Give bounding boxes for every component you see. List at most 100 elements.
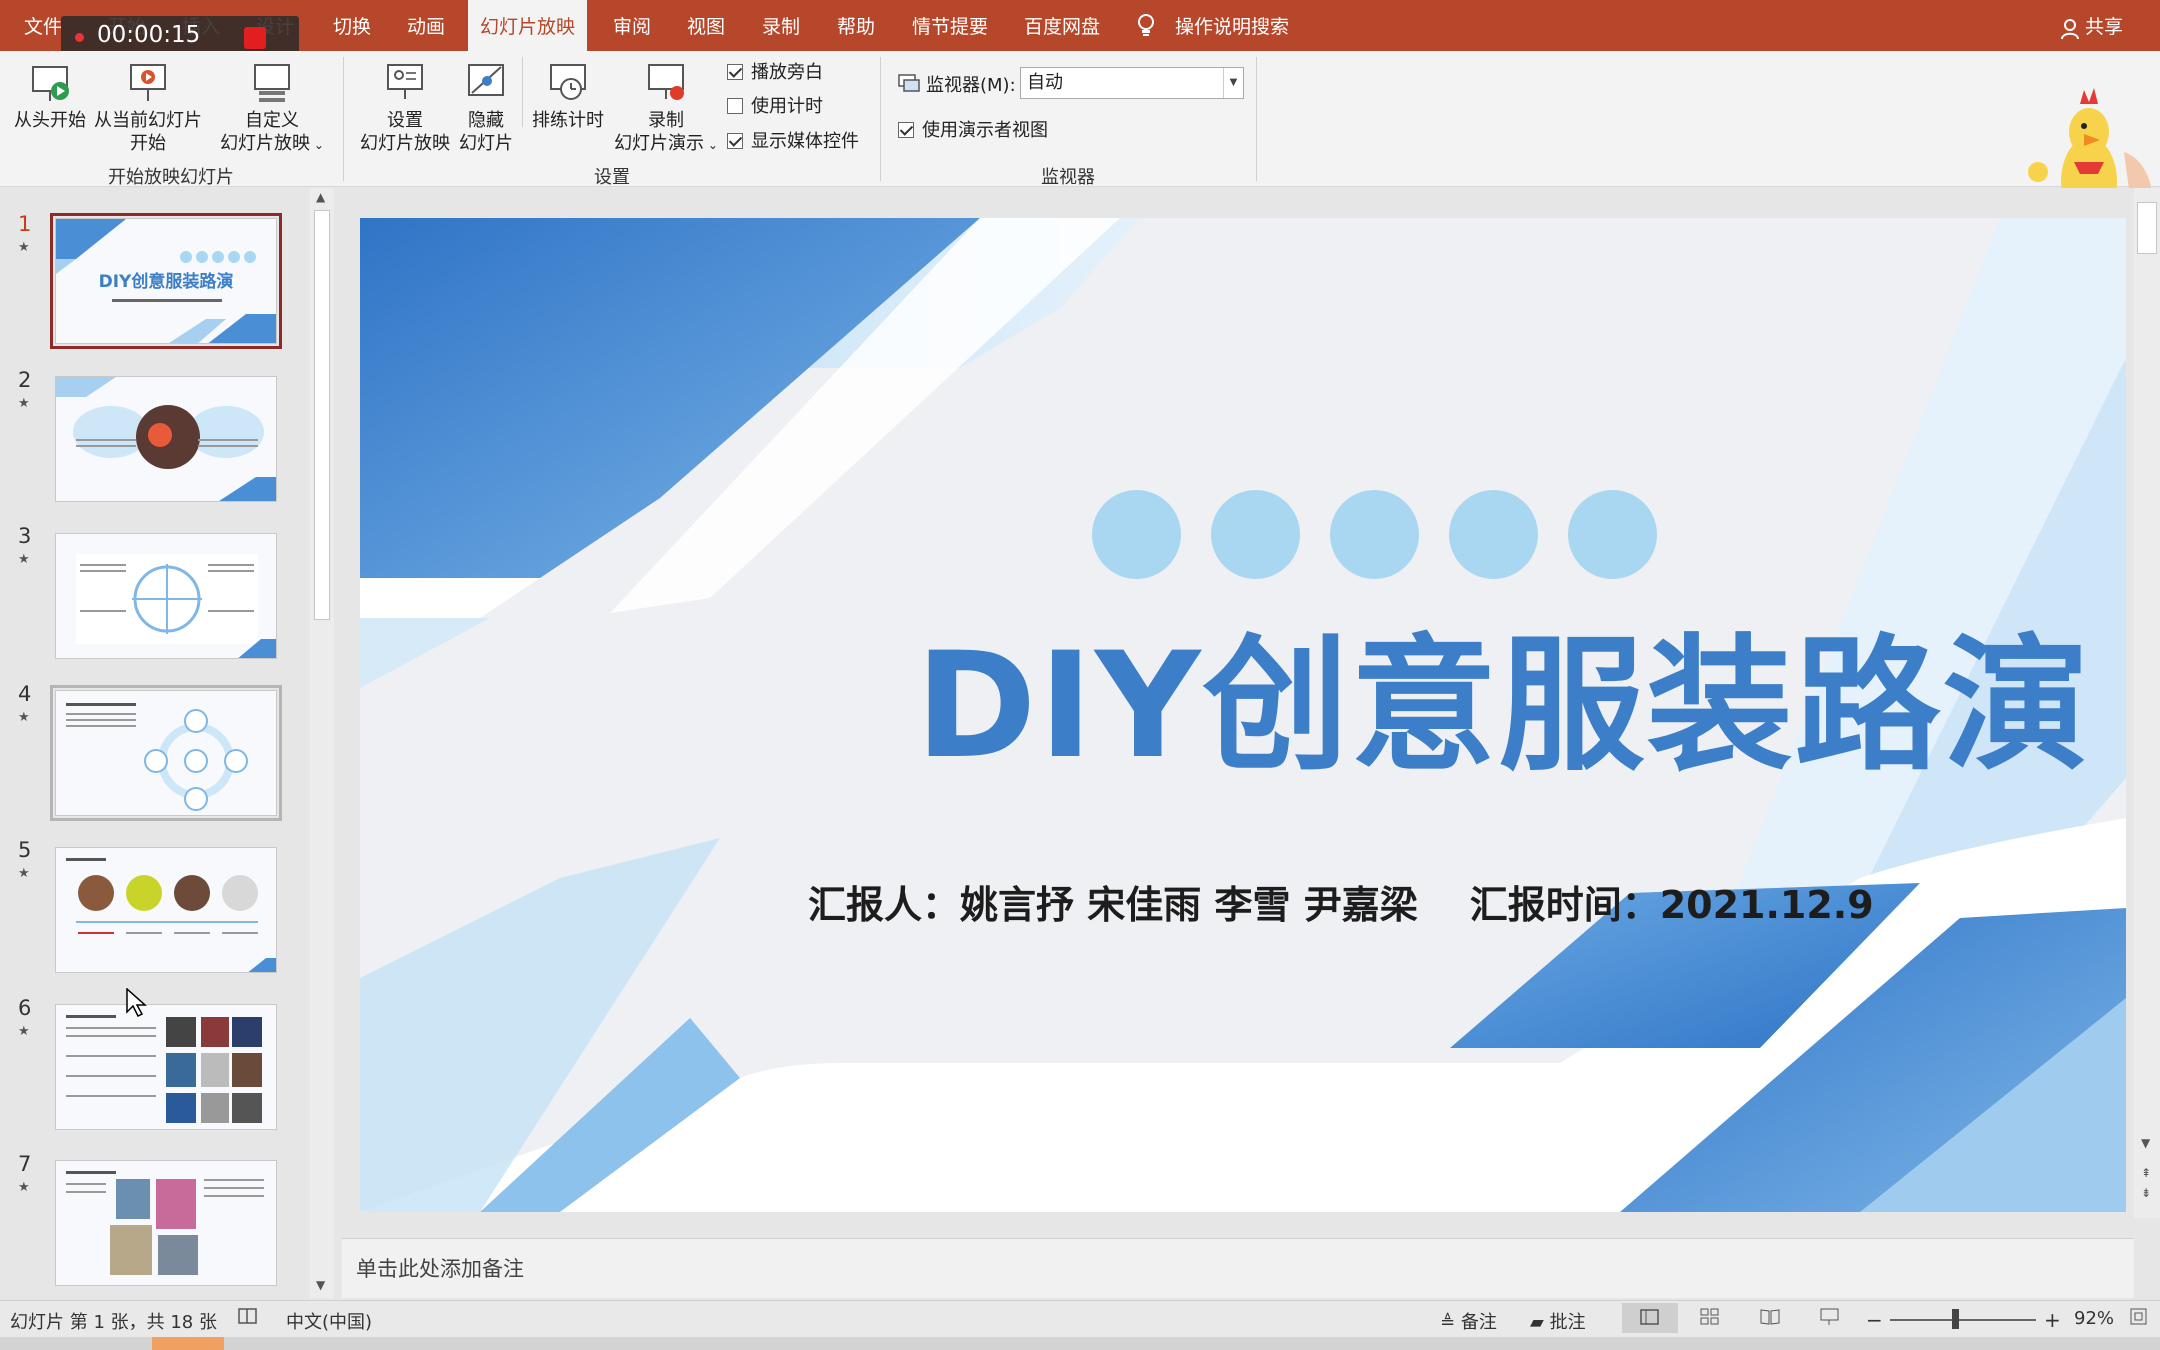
group-label-setup: 设置 bbox=[594, 167, 630, 188]
slide-sorter-button[interactable] bbox=[1700, 1308, 1720, 1331]
checkbox-checked-icon bbox=[727, 64, 743, 80]
thumbnail-scrollbar[interactable]: ▲ ▼ bbox=[310, 188, 334, 1298]
slide-thumbnail-1[interactable]: DIY创意服装路演 bbox=[50, 213, 282, 349]
group-label-start: 开始放映幻灯片 bbox=[108, 167, 234, 188]
setup-slideshow-button[interactable]: 设置 幻灯片放映 bbox=[358, 61, 452, 155]
tab-record[interactable]: 录制 bbox=[762, 0, 800, 51]
slide-thumbnail-pane: 1 ★ DIY创意服装路演 2 ★ 3 ★ 4 ★ 5 ★ 6 ★ 7 ★ ▲ … bbox=[0, 188, 340, 1298]
comments-label: 批注 bbox=[1549, 1312, 1586, 1333]
from-beginning-button[interactable]: 从头开始 bbox=[10, 61, 90, 132]
setup-label-1: 设置 bbox=[387, 110, 423, 131]
notes-toggle-button[interactable]: ≜ 备注 bbox=[1440, 1308, 1497, 1334]
decorative-circle bbox=[1330, 490, 1419, 579]
play-narrations-label: 播放旁白 bbox=[751, 62, 823, 83]
hide-slide-button[interactable]: 隐藏 幻灯片 bbox=[456, 61, 516, 155]
zoom-slider-handle[interactable] bbox=[1952, 1309, 1959, 1329]
comments-button[interactable]: ▰ 批注 bbox=[1530, 1308, 1586, 1334]
tab-animations[interactable]: 动画 bbox=[407, 0, 445, 51]
normal-view-icon bbox=[1640, 1309, 1659, 1325]
thumb-1-title: DIY创意服装路演 bbox=[98, 272, 234, 292]
group-separator bbox=[343, 57, 344, 181]
tab-slideshow[interactable]: 幻灯片放映 bbox=[468, 0, 588, 51]
hide-label-1: 隐藏 bbox=[468, 110, 504, 131]
group-separator bbox=[522, 57, 523, 127]
zoom-out-button[interactable]: − bbox=[1866, 1308, 1883, 1332]
rehearse-icon bbox=[550, 64, 586, 100]
tab-file[interactable]: 文件 bbox=[24, 0, 62, 51]
taskbar-edge bbox=[0, 1337, 2160, 1350]
record-slideshow-button[interactable]: 录制 幻灯片演示 ⌄ bbox=[608, 61, 724, 157]
rehearse-timings-button[interactable]: 排练计时 bbox=[526, 61, 610, 132]
slideshow-view-icon bbox=[1820, 1308, 1839, 1325]
slide-subtitle[interactable]: 汇报人：姚言抒 宋佳雨 李雪 尹嘉梁 汇报时间：2021.12.9 bbox=[808, 874, 1926, 929]
scroll-down-icon[interactable]: ▼ bbox=[2141, 1136, 2150, 1150]
slide-counter: 幻灯片 第 1 张，共 18 张 bbox=[10, 1312, 217, 1333]
animation-star-icon: ★ bbox=[18, 552, 30, 567]
zoom-level[interactable]: 92% bbox=[2074, 1308, 2114, 1329]
use-timings-label: 使用计时 bbox=[751, 96, 823, 117]
taskbar-app-icon[interactable] bbox=[152, 1337, 224, 1350]
slide-title[interactable]: DIY创意服装路演 bbox=[360, 588, 2126, 799]
lightbulb-icon bbox=[1136, 13, 1156, 43]
slide-thumbnail-3[interactable] bbox=[55, 533, 277, 659]
date-text: 汇报时间：2021.12.9 bbox=[1469, 883, 1874, 927]
current-slide-canvas[interactable]: DIY创意服装路演 汇报人：姚言抒 宋佳雨 李雪 尹嘉梁 汇报时间：2021.12… bbox=[360, 218, 2126, 1212]
scroll-down-icon[interactable]: ▼ bbox=[316, 1278, 325, 1292]
tab-transitions[interactable]: 切换 bbox=[333, 0, 371, 51]
recording-dot-icon bbox=[75, 33, 84, 42]
zoom-slider[interactable] bbox=[1890, 1319, 2036, 1321]
scrollbar-thumb[interactable] bbox=[2137, 202, 2157, 254]
setup-label-2: 幻灯片放映 bbox=[360, 133, 450, 154]
reading-view-button[interactable] bbox=[1760, 1308, 1780, 1331]
zoom-in-button[interactable]: + bbox=[2044, 1308, 2061, 1332]
next-slide-icon[interactable]: ⇟ bbox=[2141, 1186, 2151, 1200]
slide-thumbnail-5[interactable] bbox=[55, 847, 277, 973]
tell-me-search[interactable]: 操作说明搜索 bbox=[1175, 0, 1289, 51]
scroll-up-icon[interactable]: ▲ bbox=[316, 190, 325, 204]
thumb-number: 6 bbox=[18, 996, 32, 1020]
animation-star-icon: ★ bbox=[18, 1180, 30, 1195]
slide-thumbnail-7[interactable] bbox=[55, 1160, 277, 1286]
group-separator bbox=[880, 57, 881, 181]
use-timings-checkbox[interactable]: 使用计时 bbox=[727, 95, 823, 119]
previous-slide-icon[interactable]: ⇞ bbox=[2141, 1166, 2151, 1180]
slide-thumbnail-4[interactable] bbox=[50, 685, 282, 821]
from-current-slide-button[interactable]: 从当前幻灯片 开始 bbox=[92, 61, 204, 155]
notes-pane[interactable]: 单击此处添加备注 bbox=[342, 1238, 2134, 1298]
play-narrations-checkbox[interactable]: 播放旁白 bbox=[727, 61, 823, 85]
slideshow-view-button[interactable] bbox=[1820, 1308, 1840, 1331]
normal-view-button[interactable] bbox=[1622, 1303, 1678, 1333]
tab-baidu[interactable]: 百度网盘 bbox=[1024, 0, 1100, 51]
slide-thumbnail-6[interactable] bbox=[55, 1004, 277, 1130]
slide-thumbnail-2[interactable] bbox=[55, 376, 277, 502]
tab-storyboard[interactable]: 情节提要 bbox=[912, 0, 988, 51]
thumb-number: 2 bbox=[18, 368, 32, 392]
play-from-start-icon bbox=[32, 66, 69, 101]
reading-view-icon bbox=[1760, 1309, 1780, 1325]
notes-toggle-label: 备注 bbox=[1460, 1312, 1497, 1333]
stop-recording-button[interactable] bbox=[244, 27, 266, 49]
slide-scrollbar[interactable]: ▼ ⇞ ⇟ bbox=[2134, 188, 2160, 1218]
from-beginning-label: 从头开始 bbox=[14, 110, 86, 131]
tab-review[interactable]: 审阅 bbox=[613, 0, 651, 51]
share-button[interactable]: 共享 bbox=[2085, 0, 2123, 51]
animation-star-icon: ★ bbox=[18, 1024, 30, 1039]
group-separator bbox=[1256, 57, 1257, 181]
scrollbar-thumb[interactable] bbox=[314, 210, 330, 620]
status-bar: 幻灯片 第 1 张，共 18 张 中文(中国) ≜ 备注 ▰ 批注 − + 92… bbox=[0, 1300, 2160, 1337]
tab-view[interactable]: 视图 bbox=[687, 0, 725, 51]
fit-to-window-icon[interactable] bbox=[2130, 1308, 2148, 1331]
accessibility-icon[interactable] bbox=[238, 1308, 258, 1331]
thumb-1-subtitle-line bbox=[112, 299, 222, 302]
presenter-view-checkbox[interactable]: 使用演示者视图 bbox=[898, 119, 1048, 143]
show-media-controls-checkbox[interactable]: 显示媒体控件 bbox=[727, 130, 859, 154]
animation-star-icon: ★ bbox=[18, 866, 30, 881]
monitor-dropdown[interactable]: 自动 ▼ bbox=[1020, 67, 1244, 99]
record-label-1: 录制 bbox=[648, 110, 684, 131]
language-indicator[interactable]: 中文(中国) bbox=[286, 1308, 372, 1334]
mouse-cursor-icon bbox=[126, 988, 147, 1018]
ribbon-tab-bar: 文件 开始 插入 设计 切换 动画 幻灯片放映 审阅 视图 录制 帮助 情节提要… bbox=[0, 0, 2160, 51]
record-show-icon bbox=[648, 64, 684, 100]
custom-slideshow-button[interactable]: 自定义 幻灯片放映 ⌄ bbox=[216, 61, 328, 157]
tab-help[interactable]: 帮助 bbox=[837, 0, 875, 51]
